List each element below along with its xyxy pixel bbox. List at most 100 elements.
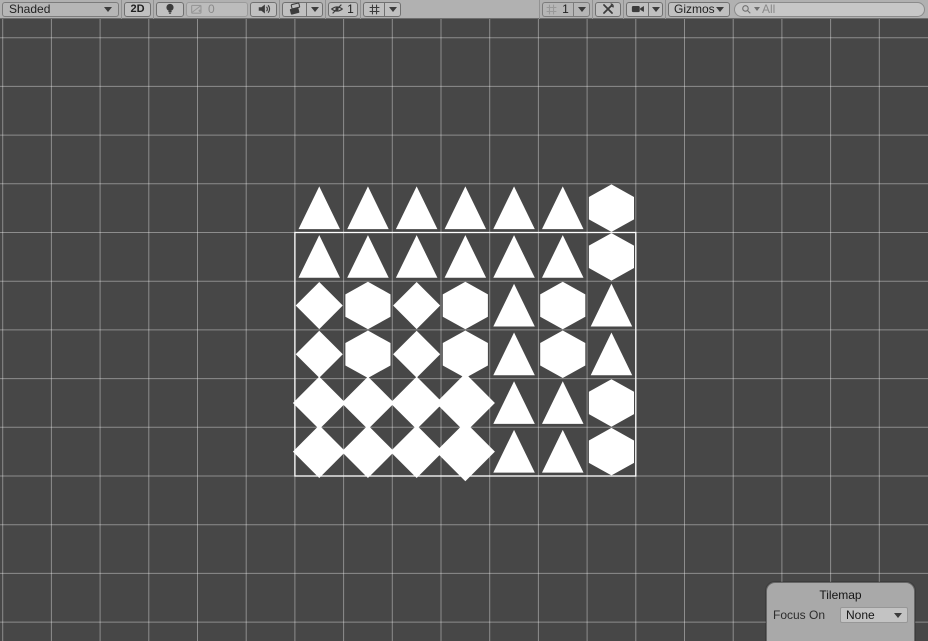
scene-viewport[interactable]: Tilemap Focus On None (0, 19, 928, 641)
tile-triangle[interactable] (591, 333, 633, 376)
tile-triangle[interactable] (542, 430, 584, 473)
tile-hexagon[interactable] (540, 282, 585, 330)
eye-slash-icon (330, 2, 344, 16)
chevron-down-icon (311, 7, 319, 12)
scene-view-toolbar: Shaded 2D 0 (0, 0, 928, 19)
tile-triangle[interactable] (542, 235, 584, 278)
exposure-field: 0 (186, 2, 248, 17)
scene-canvas[interactable] (0, 19, 928, 641)
tile-triangle[interactable] (299, 235, 341, 278)
component-grid-button[interactable]: 1 (542, 2, 573, 17)
grid-icon (368, 3, 381, 16)
draw-mode-dropdown[interactable]: Shaded (2, 2, 119, 17)
focus-on-label: Focus On (773, 608, 840, 622)
tile-triangle[interactable] (347, 186, 389, 229)
tile-hexagon[interactable] (589, 428, 634, 476)
tile-triangle[interactable] (396, 235, 438, 278)
tile-diamond[interactable] (296, 282, 343, 329)
tile-large-diamond[interactable] (342, 377, 395, 430)
chevron-down-icon (104, 7, 112, 12)
lightbulb-icon (163, 2, 177, 16)
tile-hexagon[interactable] (345, 331, 390, 379)
wrench-screwdriver-icon (601, 2, 615, 16)
tile-triangle[interactable] (493, 284, 535, 327)
search-icon (741, 4, 752, 15)
tile-large-diamond[interactable] (390, 425, 443, 478)
toolbar-separator (623, 0, 624, 19)
scene-camera-dropdown[interactable] (648, 2, 663, 17)
tile-large-diamond[interactable] (293, 377, 346, 430)
component-grid-value: 1 (560, 2, 571, 16)
tile-hexagon[interactable] (443, 282, 488, 330)
toolbar-separator (325, 0, 326, 19)
toolbar-separator (121, 0, 122, 19)
exposure-image-icon (190, 3, 203, 16)
scene-camera-button[interactable] (626, 2, 648, 17)
scene-audio-button[interactable] (250, 2, 277, 17)
scene-search-field[interactable] (734, 2, 925, 17)
toolbar-separator (665, 0, 666, 19)
component-grid-dropdown[interactable] (573, 2, 590, 17)
effects-icon (288, 2, 302, 16)
tilemap-overlay-panel: Tilemap Focus On None (766, 582, 915, 641)
gizmos-label: Gizmos (674, 2, 715, 16)
tile-triangle[interactable] (445, 186, 487, 229)
search-filter-arrow-icon[interactable] (754, 7, 760, 11)
focus-on-dropdown[interactable]: None (840, 607, 908, 623)
tile-extra-large-diamond[interactable] (436, 422, 495, 481)
tile-triangle[interactable] (493, 235, 535, 278)
2d-toggle-button[interactable]: 2D (124, 2, 151, 17)
chevron-down-icon (716, 7, 724, 12)
toolbar-separator (153, 0, 154, 19)
chevron-down-icon (894, 613, 902, 618)
tile-hexagon[interactable] (540, 331, 585, 379)
tile-diamond[interactable] (393, 331, 440, 378)
tile-triangle[interactable] (591, 284, 633, 327)
tile-hexagon[interactable] (589, 184, 634, 232)
tile-hexagon[interactable] (443, 331, 488, 379)
search-input[interactable] (762, 2, 918, 16)
unity-scene-view-window: Shaded 2D 0 (0, 0, 928, 641)
tile-triangle[interactable] (347, 235, 389, 278)
tile-triangle[interactable] (396, 186, 438, 229)
2d-label: 2D (130, 3, 144, 15)
tile-large-diamond[interactable] (342, 425, 395, 478)
tile-large-diamond[interactable] (293, 425, 346, 478)
focus-on-value: None (846, 608, 875, 622)
tile-diamond[interactable] (296, 331, 343, 378)
toolbar-separator (279, 0, 280, 19)
tile-large-diamond[interactable] (390, 377, 443, 430)
tile-triangle[interactable] (493, 430, 535, 473)
tile-triangle[interactable] (445, 235, 487, 278)
hidden-objects-button[interactable]: 1 (328, 2, 358, 17)
speaker-icon (257, 2, 271, 16)
hidden-count: 1 (345, 2, 356, 16)
tile-hexagon[interactable] (589, 233, 634, 281)
custom-tools-button[interactable] (595, 2, 621, 17)
tile-triangle[interactable] (542, 186, 584, 229)
draw-mode-label: Shaded (9, 2, 50, 16)
tile-triangle[interactable] (493, 333, 535, 376)
tile-hexagon[interactable] (589, 379, 634, 427)
grid-faded-icon (545, 3, 558, 16)
tile-triangle[interactable] (542, 381, 584, 424)
grid-visibility-dropdown[interactable] (384, 2, 401, 17)
tile-triangle[interactable] (493, 381, 535, 424)
toolbar-separator (360, 0, 361, 19)
tilemap-panel-title: Tilemap (767, 583, 914, 602)
gizmos-dropdown[interactable]: Gizmos (668, 2, 730, 17)
focus-on-row: Focus On None (767, 602, 914, 623)
scene-effects-dropdown[interactable] (306, 2, 323, 17)
tile-triangle[interactable] (299, 186, 341, 229)
chevron-down-icon (389, 7, 397, 12)
scene-lighting-button[interactable] (156, 2, 184, 17)
camera-icon (631, 2, 645, 16)
scene-effects-button[interactable] (282, 2, 306, 17)
tile-hexagon[interactable] (345, 282, 390, 330)
toolbar-separator (539, 0, 540, 19)
tile-diamond[interactable] (393, 282, 440, 329)
exposure-value: 0 (206, 2, 217, 16)
grid-visibility-button[interactable] (363, 2, 384, 17)
toolbar-separator (592, 0, 593, 19)
tile-triangle[interactable] (493, 186, 535, 229)
